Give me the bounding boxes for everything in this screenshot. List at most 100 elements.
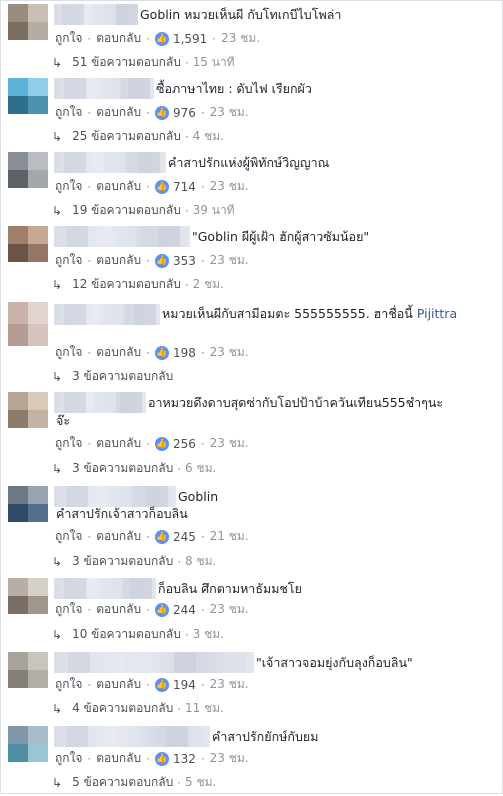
comment-actions: ถูกใจ · ตอบกลับ · 👍 976 · 23 ชม. [55,103,249,122]
view-replies-link[interactable]: ↳ 12 ข้อความตอบกลับ · 2 ชม. [52,275,224,294]
avatar[interactable] [8,652,48,688]
avatar[interactable] [8,726,48,762]
comment-time[interactable]: 23 ชม. [210,177,249,196]
commenter-name-blurred[interactable] [54,726,210,747]
view-replies-link[interactable]: ↳ 10 ข้อความตอบกลับ · 3 ชม. [52,625,224,644]
reply-link[interactable]: ตอบกลับ [96,600,141,619]
reply-arrow-icon: ↳ [52,554,63,569]
like-link[interactable]: ถูกใจ [55,177,82,196]
reply-link[interactable]: ตอบกลับ [96,103,141,122]
reply-link[interactable]: ตอบกลับ [96,29,141,48]
commenter-name-blurred[interactable] [54,226,190,247]
like-count[interactable]: 976 [173,106,196,120]
like-icon: 👍 [154,751,169,766]
reply-arrow-icon: ↳ [52,277,63,292]
replies-count: 25 ข้อความตอบกลับ [72,129,181,143]
like-count[interactable]: 194 [173,678,196,692]
avatar[interactable] [8,392,48,428]
view-replies-link[interactable]: ↳ 3 ข้อความตอบกลับ · 8 ชม. [52,552,216,571]
like-link[interactable]: ถูกใจ [55,29,82,48]
like-icon: 👍 [154,436,169,451]
comment-item: หมวยเห็นผีกับสามีอมตะ 555555555. ฮาชื่อน… [0,298,503,384]
reply-arrow-icon: ↳ [52,129,63,144]
like-link[interactable]: ถูกใจ [55,600,82,619]
comment-time[interactable]: 23 ชม. [210,434,249,453]
comment-actions: ถูกใจ · ตอบกลับ · 👍 353 · 23 ชม. [55,251,249,270]
like-link[interactable]: ถูกใจ [55,527,82,546]
replies-count: 51 ข้อความตอบกลับ [72,55,181,69]
commenter-name-blurred[interactable] [54,78,154,99]
comment-time[interactable]: 23 ชม. [210,251,249,270]
like-count[interactable]: 353 [173,254,196,268]
tagged-user-link[interactable]: Pijittra [417,306,457,321]
replies-time: 4 ชม. [192,129,224,143]
reply-link[interactable]: ตอบกลับ [96,177,141,196]
avatar[interactable] [8,578,48,614]
avatar[interactable] [8,4,48,40]
comment-time[interactable]: 21 ชม. [210,527,249,546]
replies-count: 3 ข้อความตอบกลับ [72,461,174,475]
comment-time[interactable]: 23 ชม. [221,29,260,48]
commenter-name-blurred[interactable] [54,392,146,413]
comment-time[interactable]: 23 ชม. [210,600,249,619]
comment-item: คำสาปรักยักษ์กับยม ถูกใจ · ตอบกลับ · 👍 132… [0,722,503,796]
comment-actions: ถูกใจ · ตอบกลับ · 👍 1,591 · 23 ชม. [55,29,260,48]
commenter-name-blurred[interactable] [54,304,160,325]
commenter-name-blurred[interactable] [54,486,176,507]
reply-link[interactable]: ตอบกลับ [96,749,141,768]
comment-item: "เจ้าสาวจอมยุ่งกับลุงก็อบลิน" ถูกใจ · ตอบ… [0,648,503,722]
view-replies-link[interactable]: ↳ 3 ข้อความตอบกลับ [52,367,173,386]
comment-text: คำสาปรักแห่งผู้พิทักษ์วิญญาณ [168,155,330,170]
like-count[interactable]: 256 [173,437,196,451]
reply-link[interactable]: ตอบกลับ [96,251,141,270]
commenter-name-blurred[interactable] [54,152,166,173]
comment-time[interactable]: 23 ชม. [210,749,249,768]
like-link[interactable]: ถูกใจ [55,749,82,768]
commenter-name-blurred[interactable] [54,578,156,599]
reply-link[interactable]: ตอบกลับ [96,675,141,694]
avatar[interactable] [8,152,48,188]
like-count[interactable]: 198 [173,346,196,360]
commenter-name-blurred[interactable] [54,652,254,673]
comment-time[interactable]: 23 ชม. [210,675,249,694]
like-count[interactable]: 714 [173,180,196,194]
view-replies-link[interactable]: ↳ 51 ข้อความตอบกลับ · 15 นาที [52,53,235,72]
avatar[interactable] [8,486,48,522]
like-count[interactable]: 1,591 [173,32,207,46]
like-link[interactable]: ถูกใจ [55,103,82,122]
view-replies-link[interactable]: ↳ 5 ข้อความตอบกลับ · 5 ชม. [52,773,216,792]
reply-arrow-icon: ↳ [52,701,63,716]
reply-link[interactable]: ตอบกลับ [96,343,141,362]
like-count[interactable]: 132 [173,752,196,766]
view-replies-link[interactable]: ↳ 3 ข้อความตอบกลับ · 6 ชม. [52,459,216,478]
replies-time: 11 ชม. [185,701,224,715]
comment-item: "Goblin ผีผู้เฝ้า ฮักผู้สาวซัมน้อย" ถูกใ… [0,222,503,296]
comment-text: คำสาปรักยักษ์กับยม [212,729,319,744]
comment-item: ซื้อภาษาไทย : ดับไฟ เรียกผัว ถูกใจ · ตอบก… [0,74,503,148]
reply-link[interactable]: ตอบกลับ [96,527,141,546]
like-count[interactable]: 244 [173,603,196,617]
reply-link[interactable]: ตอบกลับ [96,434,141,453]
like-link[interactable]: ถูกใจ [55,343,82,362]
avatar[interactable] [8,302,48,346]
like-icon: 👍 [154,677,169,692]
comment-time[interactable]: 23 ชม. [210,343,249,362]
like-link[interactable]: ถูกใจ [55,675,82,694]
like-link[interactable]: ถูกใจ [55,434,82,453]
commenter-name-blurred[interactable] [54,4,138,25]
comment-time[interactable]: 23 ชม. [210,103,249,122]
comment-item: ก็อบลิน ศึกตามหาธัมมชโย ถูกใจ · ตอบกลับ · … [0,574,503,648]
comment-actions: ถูกใจ · ตอบกลับ · 👍 194 · 23 ชม. [55,675,249,694]
replies-time: 8 ชม. [185,554,217,568]
replies-time: 6 ชม. [185,461,217,475]
like-count[interactable]: 245 [173,530,196,544]
view-replies-link[interactable]: ↳ 19 ข้อความตอบกลับ · 39 นาที [52,201,235,220]
avatar[interactable] [8,78,48,114]
like-link[interactable]: ถูกใจ [55,251,82,270]
view-replies-link[interactable]: ↳ 25 ข้อความตอบกลับ · 4 ชม. [52,127,224,146]
reply-arrow-icon: ↳ [52,203,63,218]
view-replies-link[interactable]: ↳ 4 ข้อความตอบกลับ · 11 ชม. [52,699,224,718]
avatar[interactable] [8,226,48,262]
reply-arrow-icon: ↳ [52,775,63,790]
replies-count: 19 ข้อความตอบกลับ [72,203,181,217]
